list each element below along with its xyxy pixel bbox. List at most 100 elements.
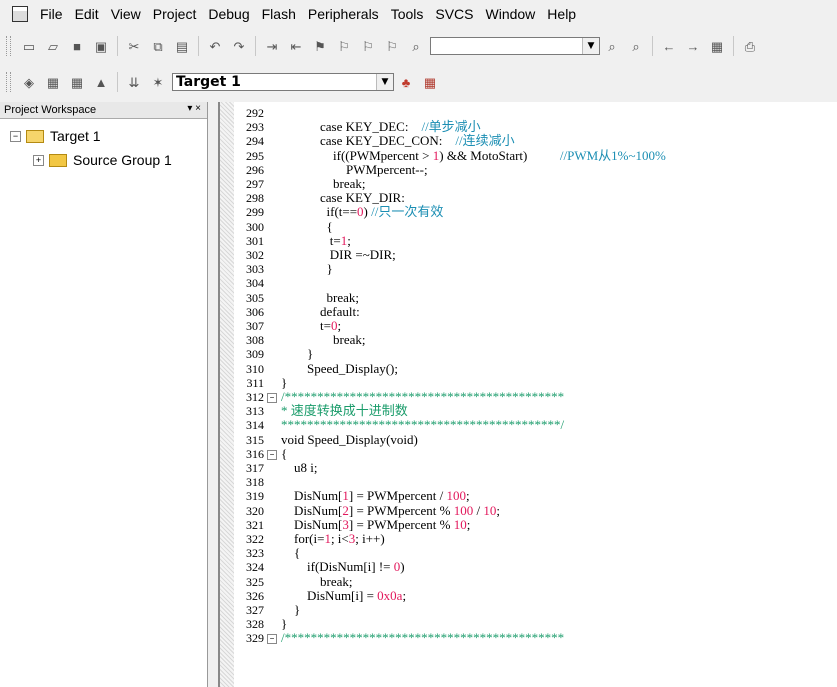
line-number: 315 (246, 432, 264, 447)
tree-label-source-group: Source Group 1 (73, 152, 172, 168)
find-icon[interactable]: ⌕ (602, 36, 622, 56)
toolbar-separator (198, 36, 199, 56)
code-line: void Speed_Display(void) (281, 431, 418, 447)
options-wand-icon[interactable]: ✶ (148, 72, 168, 92)
incremental-find-icon[interactable]: ⌕ (626, 36, 646, 56)
fold-toggle-icon[interactable]: − (267, 634, 277, 645)
menu-peripherals[interactable]: Peripherals (302, 6, 385, 22)
line-number: 296 (246, 162, 264, 177)
line-number: 317 (246, 461, 264, 475)
line-number: 301 (246, 233, 264, 248)
code-editor[interactable]: 292 293 case KEY_DEC: //单步减小 294 case KEY_… (218, 102, 837, 687)
expand-icon[interactable]: + (33, 154, 44, 166)
bookmark-clear-icon[interactable]: ⚐ (382, 36, 402, 56)
panel-controls[interactable]: ▾ × (187, 103, 201, 114)
code-line: } (281, 346, 314, 362)
forward-arrow-icon[interactable]: → (683, 36, 703, 56)
menu-tools[interactable]: Tools (385, 6, 430, 22)
code-line: t=0; (281, 318, 342, 333)
code-line: DIR =~DIR; (281, 247, 396, 262)
menu-window[interactable]: Window (480, 6, 542, 22)
build-icon[interactable]: ▦ (43, 72, 63, 92)
tree-label-target: Target 1 (50, 128, 101, 144)
menu-debug[interactable]: Debug (202, 6, 255, 22)
code-line: break; (281, 573, 353, 589)
line-number: 327 (246, 603, 264, 617)
menu-help[interactable]: Help (541, 6, 582, 22)
chevron-down-icon[interactable]: ▼ (376, 74, 393, 90)
code-line: { (281, 218, 333, 234)
menu-bar: File Edit View Project Debug Flash Perip… (0, 0, 837, 28)
line-number: 323 (246, 546, 264, 561)
code-line: * 速度转换成十进制数 (281, 403, 408, 419)
print-icon[interactable]: ⎙ (740, 36, 760, 56)
line-number: 298 (246, 191, 264, 206)
tree-item-source-group[interactable]: + Source Group 1 (33, 152, 172, 168)
cut-icon[interactable]: ✂ (124, 36, 144, 56)
environment-icon[interactable]: ▦ (420, 72, 440, 92)
fold-guide (267, 421, 275, 429)
code-line: case KEY_DEC: //单步减小 (281, 119, 481, 135)
fold-toggle-icon[interactable]: − (267, 393, 277, 403)
bookmark-prev-icon[interactable]: ⚐ (334, 36, 354, 56)
menu-svcs[interactable]: SVCS (429, 6, 479, 22)
collapse-icon[interactable]: − (10, 130, 21, 142)
components-icon[interactable]: ♣ (396, 72, 416, 92)
menu-project[interactable]: Project (147, 6, 203, 22)
code-line: for(i=1; i<3; i++) (281, 531, 385, 546)
fold-toggle-icon[interactable]: − (267, 449, 277, 460)
line-number: 294 (246, 134, 264, 149)
toolbar-separator (255, 36, 256, 56)
code-line: DisNum[3] = PWMpercent % 10; (281, 516, 471, 532)
menu-view[interactable]: View (105, 6, 147, 22)
toolbar-grip[interactable] (6, 36, 11, 56)
bookmark-next-icon[interactable]: ⚐ (358, 36, 378, 56)
undo-icon[interactable]: ↶ (205, 36, 225, 56)
paste-icon[interactable]: ▤ (172, 36, 192, 56)
indent-icon[interactable]: ⇥ (262, 36, 282, 56)
toolbar-grip[interactable] (6, 72, 11, 92)
bookmark-icon[interactable]: ⚑ (310, 36, 330, 56)
code-line: if(t==0) //只一次有效 (281, 204, 444, 220)
code-line: ****************************************… (281, 417, 565, 433)
find-combo[interactable]: ▼ (430, 37, 600, 55)
browse-icon[interactable]: ▦ (707, 36, 727, 56)
line-number: 312 (246, 390, 264, 404)
save-icon[interactable]: ■ (67, 36, 87, 56)
unindent-icon[interactable]: ⇤ (286, 36, 306, 56)
build-toolbar: ◈ ▦ ▦ ▲ ⇊ ✶ Target 1 ▼ ♣ ▦ (0, 68, 837, 96)
stop-build-icon[interactable]: ▲ (91, 72, 111, 92)
new-file-icon[interactable]: ▭ (19, 36, 39, 56)
line-number: 307 (246, 319, 264, 333)
line-number: 302 (246, 248, 264, 262)
rebuild-icon[interactable]: ▦ (67, 72, 87, 92)
copy-icon[interactable]: ⧉ (148, 36, 168, 56)
menu-edit[interactable]: Edit (69, 6, 105, 22)
code-line: { (281, 445, 288, 461)
menu-file[interactable]: File (34, 6, 69, 22)
line-number: 325 (246, 574, 264, 589)
line-number: 314 (246, 418, 264, 433)
find-in-files-icon[interactable]: ⌕ (406, 36, 426, 56)
translate-icon[interactable]: ◈ (19, 72, 39, 92)
line-number: 293 (246, 120, 264, 135)
save-all-icon[interactable]: ▣ (91, 36, 111, 56)
line-number: 308 (246, 333, 264, 348)
line-number: 329 (246, 631, 264, 646)
redo-icon[interactable]: ↷ (229, 36, 249, 56)
code-line: /***************************************… (281, 630, 565, 646)
tree-item-target[interactable]: − Target 1 (10, 128, 101, 144)
toolbar-separator (733, 36, 734, 56)
menu-flash[interactable]: Flash (256, 6, 302, 22)
open-folder-icon[interactable]: ▱ (43, 36, 63, 56)
line-number: 322 (246, 532, 264, 546)
target-select[interactable]: Target 1 ▼ (172, 73, 394, 91)
toolbar-separator (652, 36, 653, 56)
line-number: 309 (246, 347, 264, 362)
download-icon[interactable]: ⇊ (124, 72, 144, 92)
code-line: PWMpercent--; (281, 161, 428, 177)
code-line: } (281, 261, 333, 277)
chevron-down-icon[interactable]: ▼ (582, 38, 599, 54)
code-line: case KEY_DEC_CON: //连续减小 (281, 133, 515, 149)
back-arrow-icon[interactable]: ← (659, 36, 679, 56)
